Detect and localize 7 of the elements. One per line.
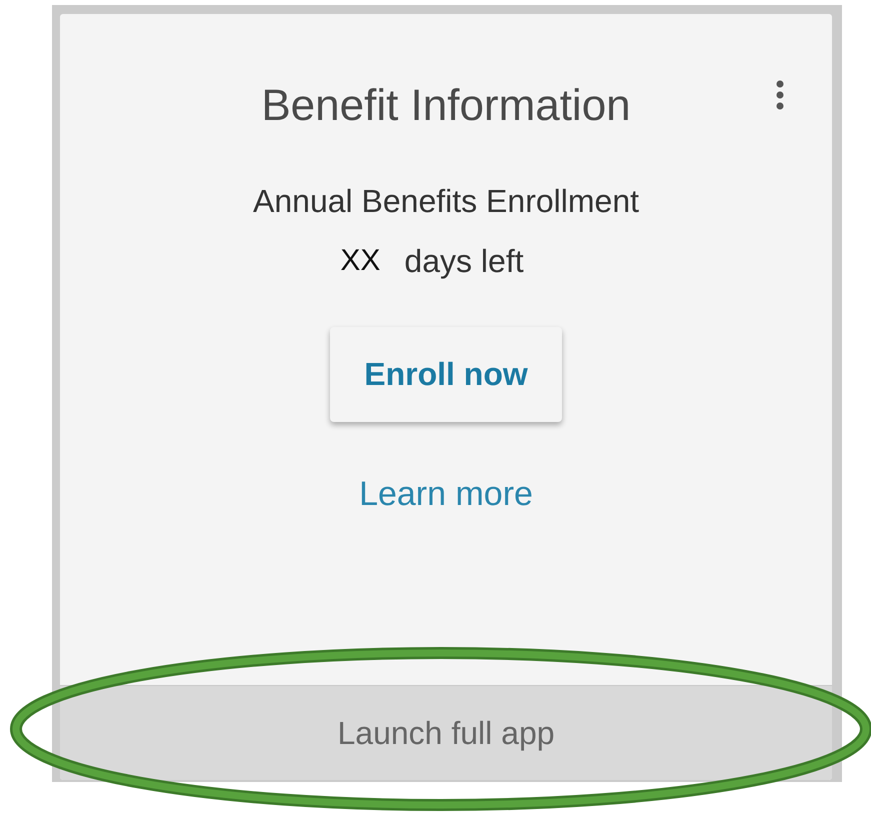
- subtitle: Annual Benefits Enrollment: [253, 182, 639, 220]
- days-count: XX: [340, 243, 380, 279]
- learn-more-link[interactable]: Learn more: [359, 475, 533, 514]
- enroll-button[interactable]: Enroll now: [330, 327, 562, 422]
- launch-app-button[interactable]: Launch full app: [60, 685, 832, 780]
- days-label: days left: [404, 242, 524, 280]
- card-title: Benefit Information: [261, 80, 631, 132]
